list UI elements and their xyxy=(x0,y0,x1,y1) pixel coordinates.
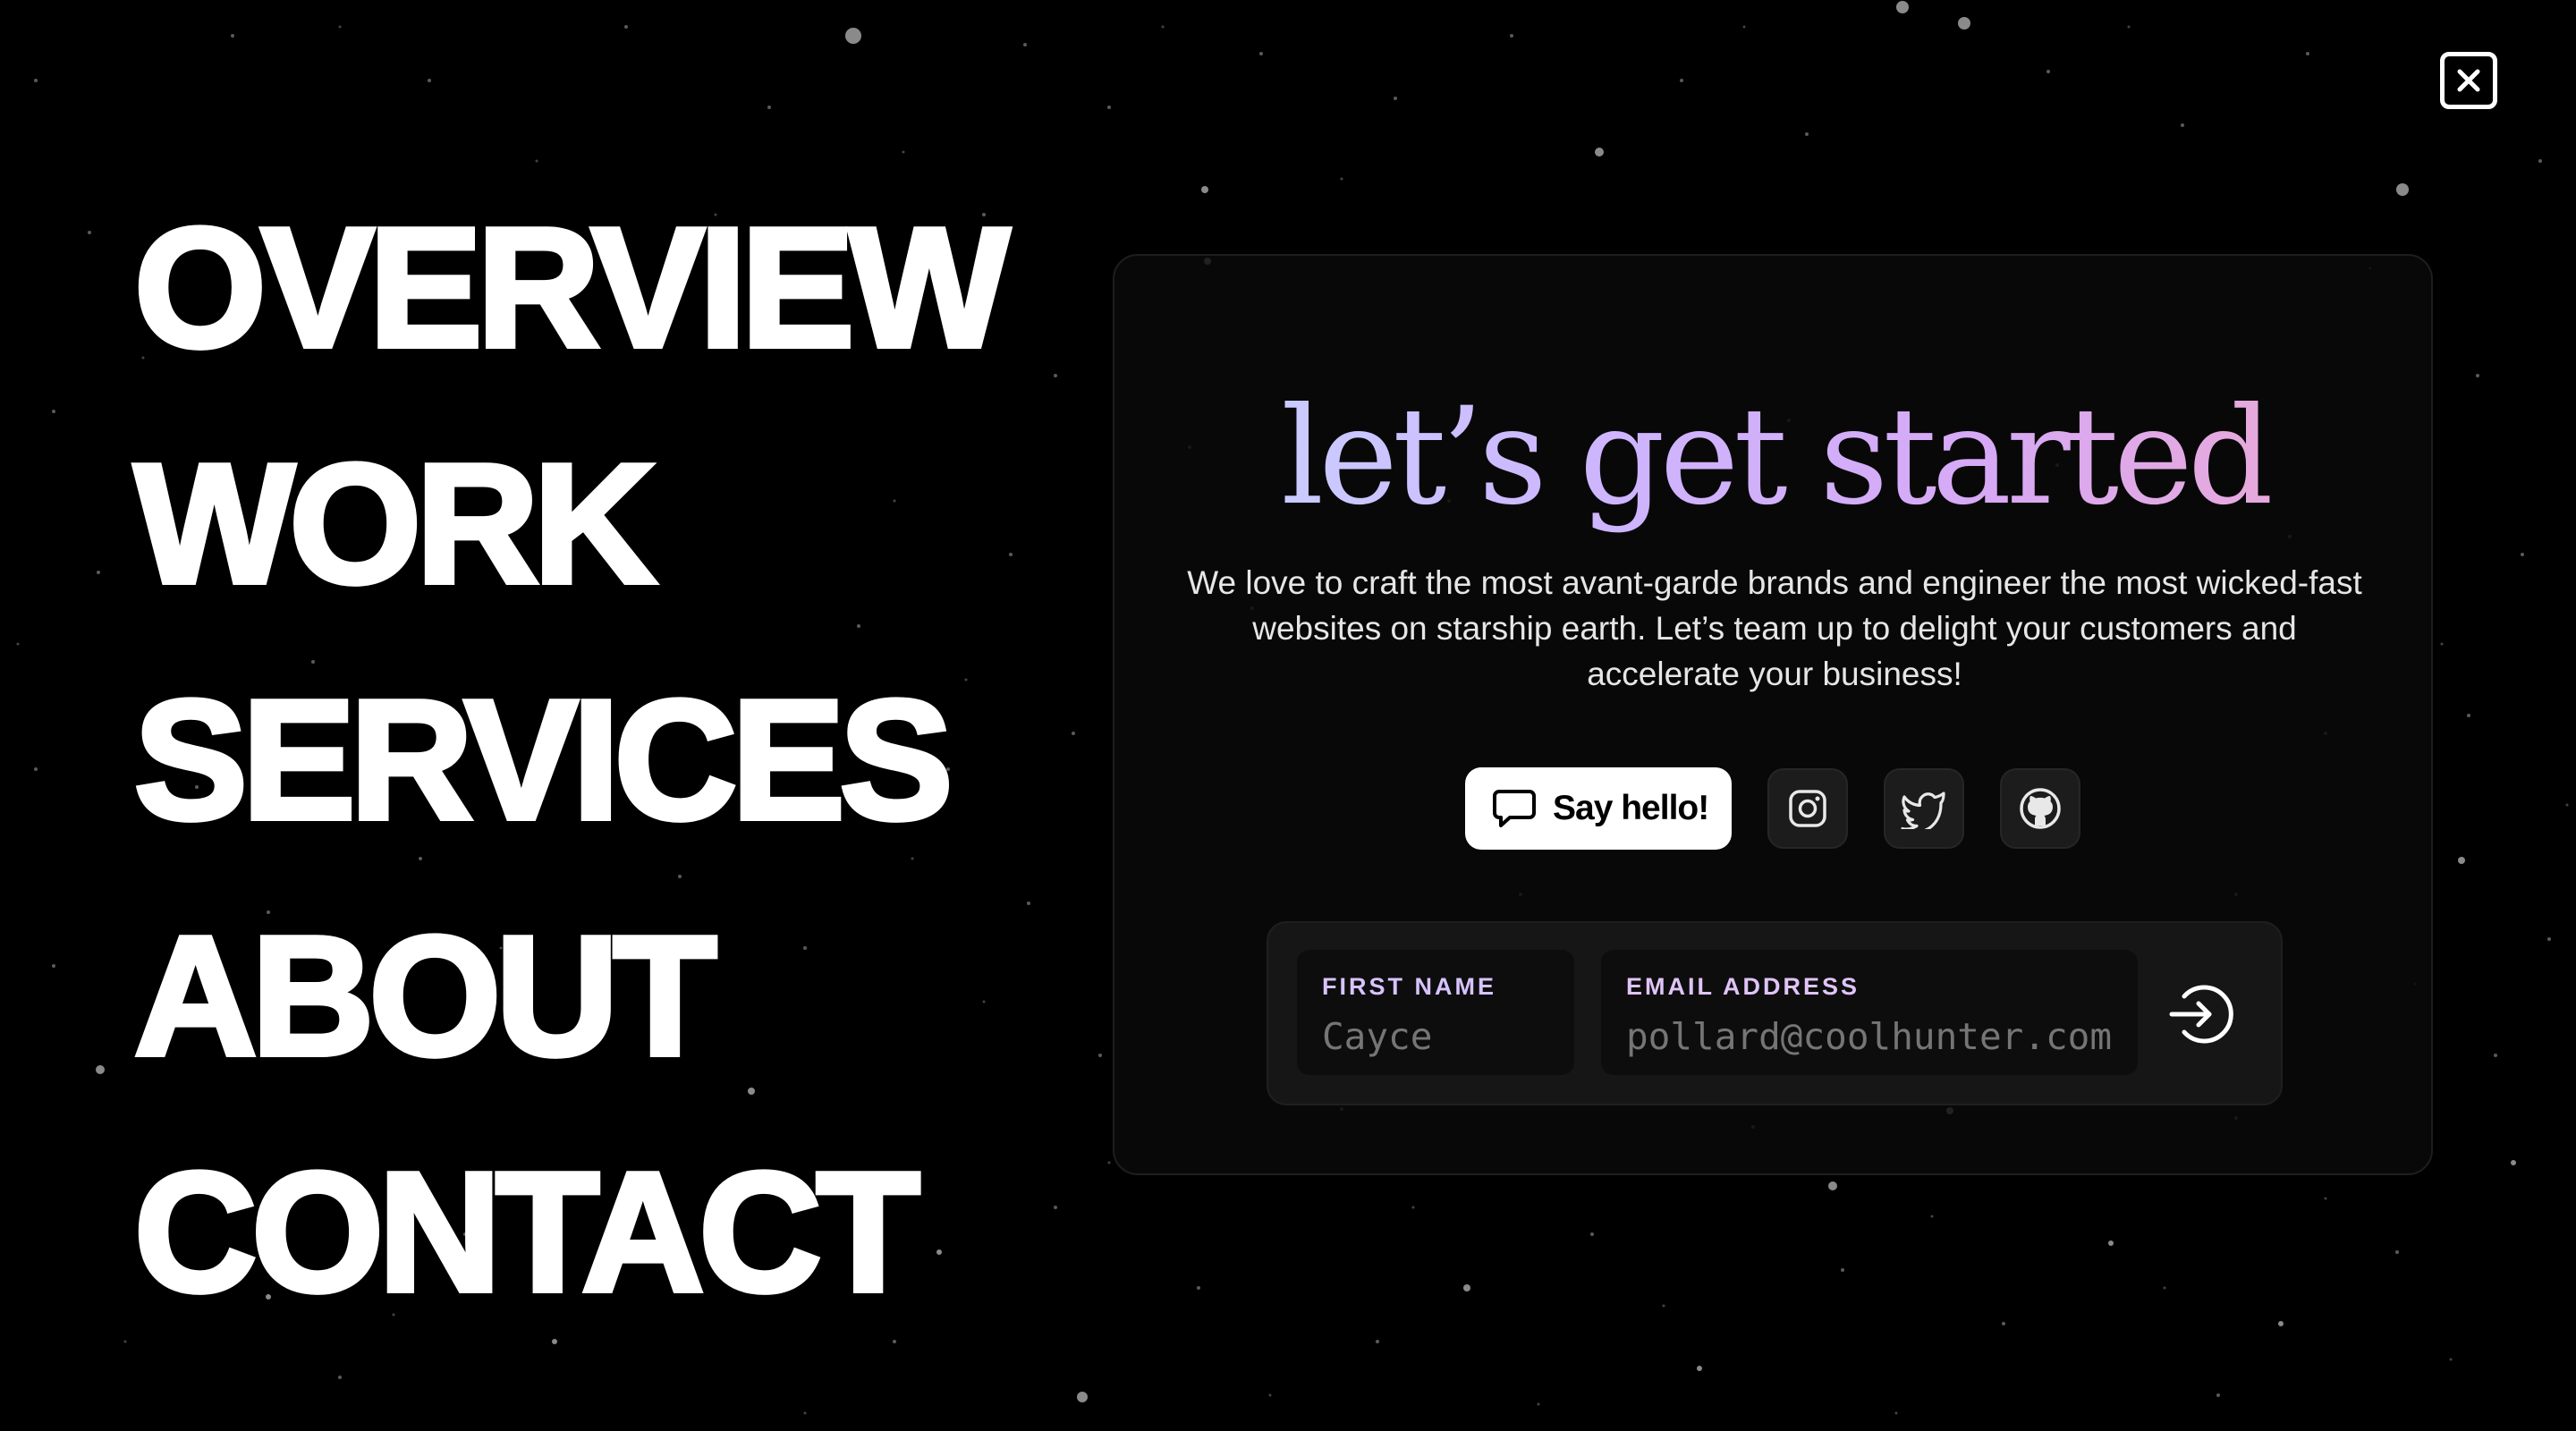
instagram-icon xyxy=(1789,790,1826,827)
card-headline: let’s get started xyxy=(1114,381,2435,533)
first-name-label: FIRST NAME xyxy=(1322,973,1496,1000)
say-hello-label: Say hello! xyxy=(1553,789,1709,827)
nav-item-about[interactable]: ABOUT xyxy=(131,878,1073,1114)
first-name-input[interactable] xyxy=(1322,1014,1549,1059)
nav-item-work[interactable]: WORK xyxy=(131,406,1073,642)
email-field: EMAIL ADDRESS xyxy=(1601,950,2138,1075)
sign-in-arrow-icon xyxy=(2169,985,2233,1044)
github-icon xyxy=(2020,788,2061,829)
email-label: EMAIL ADDRESS xyxy=(1626,973,1860,1000)
contact-actions: Say hello! xyxy=(1465,767,2081,850)
email-input[interactable] xyxy=(1626,1014,2113,1059)
twitter-icon xyxy=(1901,792,1945,829)
close-button[interactable] xyxy=(2440,52,2497,109)
nav-item-contact[interactable]: CONTACT xyxy=(131,1114,1073,1351)
instagram-button[interactable] xyxy=(1767,768,1849,849)
signup-form: FIRST NAME EMAIL ADDRESS xyxy=(1267,921,2283,1105)
nav-item-overview[interactable]: OVERVIEW xyxy=(131,170,1073,406)
twitter-button[interactable] xyxy=(1884,768,1965,849)
submit-button[interactable] xyxy=(2163,977,2238,1052)
close-icon xyxy=(2457,69,2480,92)
say-hello-button[interactable]: Say hello! xyxy=(1465,767,1733,850)
card-description: We love to craft the most avant-garde br… xyxy=(1187,564,2362,692)
main-nav: OVERVIEW WORK SERVICES ABOUT CONTACT xyxy=(131,170,1073,1351)
menu-overlay: OVERVIEW WORK SERVICES ABOUT CONTACT let… xyxy=(0,0,2576,1431)
contact-card: let’s get started We love to craft the m… xyxy=(1113,254,2433,1175)
github-button[interactable] xyxy=(2000,768,2081,849)
first-name-field: FIRST NAME xyxy=(1297,950,1574,1075)
chat-bubble-icon xyxy=(1493,790,1536,827)
nav-item-services[interactable]: SERVICES xyxy=(131,642,1073,878)
